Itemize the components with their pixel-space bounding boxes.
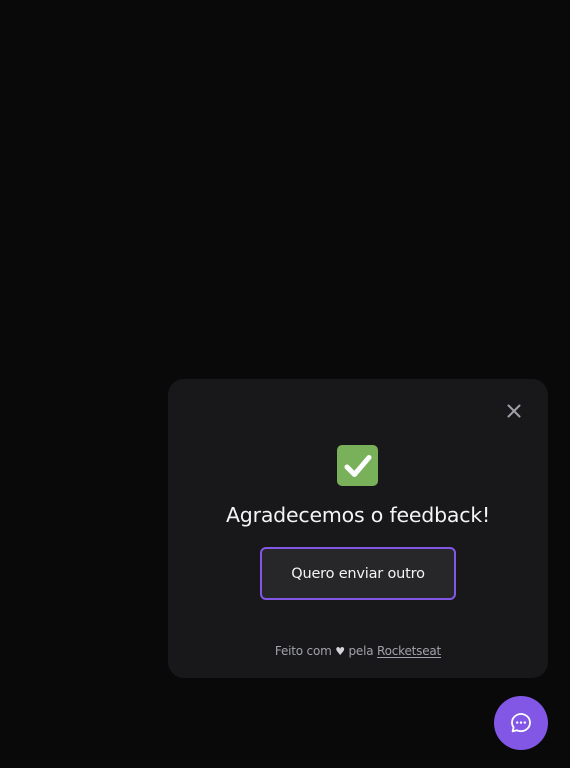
footer-credit: Feito com ♥ pela Rocketseat [168,643,548,660]
chat-bubble-dots-icon [511,713,531,733]
footer-prefix: Feito com [274,644,332,658]
heart-icon: ♥ [335,645,345,658]
check-mark-button-icon [337,445,378,486]
success-title: Agradecemos o feedback! [225,503,491,527]
page: Agradecemos o feedback! Quero enviar out… [0,0,570,768]
footer-middle: pela [348,644,374,658]
close-icon [507,404,521,418]
rocketseat-link[interactable]: Rocketseat [377,644,441,658]
feedback-widget-button[interactable] [494,696,548,750]
send-another-button[interactable]: Quero enviar outro [260,547,456,600]
close-button[interactable] [504,401,524,421]
feedback-success-card: Agradecemos o feedback! Quero enviar out… [168,379,548,678]
